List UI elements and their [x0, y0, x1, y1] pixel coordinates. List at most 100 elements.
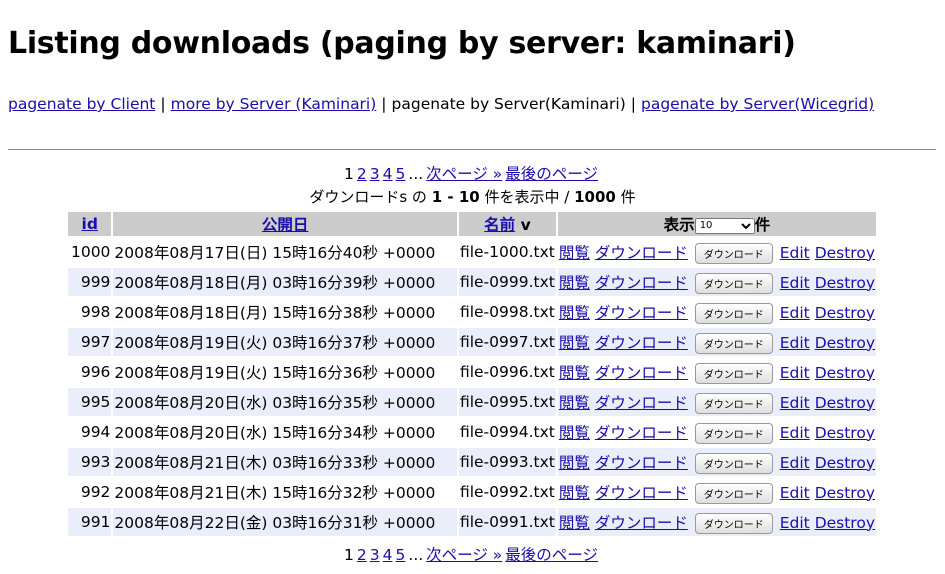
- download-link[interactable]: ダウンロード: [595, 274, 688, 292]
- summary-suffix: 件: [620, 188, 636, 206]
- edit-link[interactable]: Edit: [780, 484, 810, 502]
- sort-by-name-link[interactable]: 名前: [484, 216, 515, 234]
- cell-name: file-0993.txt: [458, 448, 556, 476]
- pager-next-link[interactable]: 次ページ »: [426, 165, 502, 183]
- cell-name: file-0992.txt: [459, 483, 555, 501]
- cell-name: file-0999.txt: [458, 268, 556, 296]
- edit-link[interactable]: Edit: [780, 304, 810, 322]
- pager-page-link[interactable]: 4: [383, 165, 393, 183]
- table-row: 995 2008年08月20日(水) 03時16分35秒 +0000 file-09…: [68, 388, 876, 416]
- download-button[interactable]: ダウンロード: [694, 362, 773, 384]
- sort-by-date-link[interactable]: 公開日: [262, 216, 309, 234]
- edit-link[interactable]: Edit: [780, 424, 810, 442]
- cell-date: 2008年08月19日(火) 15時16分36秒 +0000: [114, 364, 436, 382]
- show-link[interactable]: 閲覧: [559, 334, 590, 352]
- download-button[interactable]: ダウンロード: [694, 272, 773, 294]
- download-link[interactable]: ダウンロード: [595, 394, 688, 412]
- pager-current-page: 1: [344, 546, 354, 564]
- nav-link-wicegrid[interactable]: pagenate by Server(Wicegrid): [641, 95, 874, 113]
- download-link[interactable]: ダウンロード: [595, 424, 688, 442]
- destroy-link[interactable]: Destroy: [815, 394, 875, 412]
- download-link[interactable]: ダウンロード: [595, 244, 688, 262]
- cell-actions: 閲覧 ダウンロード ダウンロード Edit Destroy: [558, 478, 876, 506]
- show-link[interactable]: 閲覧: [559, 454, 590, 472]
- destroy-link[interactable]: Destroy: [815, 244, 875, 262]
- pager-next-link[interactable]: 次ページ »: [426, 546, 502, 564]
- table-row: 999 2008年08月18日(月) 03時16分39秒 +0000 file-09…: [68, 268, 876, 296]
- cell-actions: 閲覧 ダウンロード ダウンロード Edit Destroy: [558, 238, 876, 266]
- download-button[interactable]: ダウンロード: [694, 302, 773, 324]
- destroy-link[interactable]: Destroy: [815, 364, 875, 382]
- edit-link[interactable]: Edit: [780, 394, 810, 412]
- edit-link[interactable]: Edit: [780, 514, 810, 532]
- download-button[interactable]: ダウンロード: [694, 482, 773, 504]
- download-link[interactable]: ダウンロード: [595, 514, 688, 532]
- cell-actions: 閲覧 ダウンロード ダウンロード Edit Destroy: [557, 508, 876, 536]
- show-link[interactable]: 閲覧: [559, 394, 590, 412]
- cell-name: file-0998.txt: [459, 303, 555, 321]
- pager-page-link[interactable]: 3: [370, 546, 380, 564]
- download-button[interactable]: ダウンロード: [694, 242, 773, 264]
- cell-actions: 閲覧 ダウンロード ダウンロード Edit Destroy: [558, 418, 876, 446]
- edit-link[interactable]: Edit: [780, 274, 810, 292]
- cell-actions: 閲覧 ダウンロード ダウンロード Edit Destroy: [557, 328, 876, 356]
- download-link[interactable]: ダウンロード: [595, 334, 688, 352]
- result-summary: ダウンロードs の 1 - 10 件を表示中 / 1000 件: [0, 186, 945, 207]
- pager-page-link[interactable]: 2: [357, 165, 367, 183]
- download-button[interactable]: ダウンロード: [694, 512, 773, 534]
- per-page-select[interactable]: 10: [694, 217, 755, 234]
- edit-link[interactable]: Edit: [780, 364, 810, 382]
- pager-page-link[interactable]: 5: [396, 546, 406, 564]
- download-link[interactable]: ダウンロード: [595, 484, 688, 502]
- destroy-link[interactable]: Destroy: [815, 274, 875, 292]
- table-row: 992 2008年08月21日(木) 15時16分32秒 +0000 file-09…: [68, 478, 876, 506]
- header-show-label: 表示: [663, 216, 695, 234]
- show-link[interactable]: 閲覧: [559, 364, 590, 382]
- destroy-link[interactable]: Destroy: [815, 304, 875, 322]
- pager-page-link[interactable]: 5: [396, 165, 406, 183]
- pager-current-page: 1: [344, 165, 354, 183]
- destroy-link[interactable]: Destroy: [815, 454, 875, 472]
- download-link[interactable]: ダウンロード: [595, 304, 688, 322]
- show-link[interactable]: 閲覧: [559, 244, 590, 262]
- nav-link-pagenate-client[interactable]: pagenate by Client: [8, 95, 155, 113]
- cell-date: 2008年08月18日(月) 15時16分38秒 +0000: [114, 304, 436, 322]
- cell-name: file-0996.txt: [459, 363, 555, 381]
- pager-page-link[interactable]: 4: [383, 546, 393, 564]
- pager-last-link[interactable]: 最後のページ: [505, 165, 598, 183]
- show-link[interactable]: 閲覧: [559, 484, 590, 502]
- pager-page-link[interactable]: 2: [357, 546, 367, 564]
- destroy-link[interactable]: Destroy: [815, 484, 875, 502]
- table-row: 996 2008年08月19日(火) 15時16分36秒 +0000 file-09…: [68, 358, 876, 386]
- edit-link[interactable]: Edit: [780, 334, 810, 352]
- destroy-link[interactable]: Destroy: [815, 334, 875, 352]
- edit-link[interactable]: Edit: [780, 454, 810, 472]
- download-button[interactable]: ダウンロード: [694, 422, 773, 444]
- nav-link-more-server[interactable]: more by Server (Kaminari): [171, 95, 377, 113]
- cell-name: file-0994.txt: [459, 423, 555, 441]
- page-title: Listing downloads (paging by server: kam…: [8, 26, 796, 61]
- destroy-link[interactable]: Destroy: [815, 514, 875, 532]
- download-link[interactable]: ダウンロード: [595, 454, 688, 472]
- cell-date: 2008年08月18日(月) 03時16分39秒 +0000: [113, 268, 457, 296]
- destroy-link[interactable]: Destroy: [815, 424, 875, 442]
- cell-name: file-0997.txt: [458, 328, 556, 356]
- show-link[interactable]: 閲覧: [559, 304, 590, 322]
- cell-id: 999: [68, 268, 112, 296]
- show-link[interactable]: 閲覧: [559, 424, 590, 442]
- sort-by-id-link[interactable]: id: [82, 215, 98, 233]
- download-link[interactable]: ダウンロード: [595, 364, 688, 382]
- header-date: 公開日: [113, 212, 457, 236]
- cell-id: 995: [68, 388, 112, 416]
- pager-last-link[interactable]: 最後のページ: [505, 546, 598, 564]
- cell-date: 2008年08月19日(火) 03時16分37秒 +0000: [113, 328, 457, 356]
- download-button[interactable]: ダウンロード: [694, 332, 773, 354]
- edit-link[interactable]: Edit: [780, 244, 810, 262]
- show-link[interactable]: 閲覧: [559, 514, 590, 532]
- download-button[interactable]: ダウンロード: [694, 392, 773, 414]
- table-row: 994 2008年08月20日(水) 15時16分34秒 +0000 file-09…: [68, 418, 876, 446]
- download-button[interactable]: ダウンロード: [694, 452, 773, 474]
- show-link[interactable]: 閲覧: [559, 274, 590, 292]
- cell-actions: 閲覧 ダウンロード ダウンロード Edit Destroy: [557, 388, 876, 416]
- pager-page-link[interactable]: 3: [370, 165, 380, 183]
